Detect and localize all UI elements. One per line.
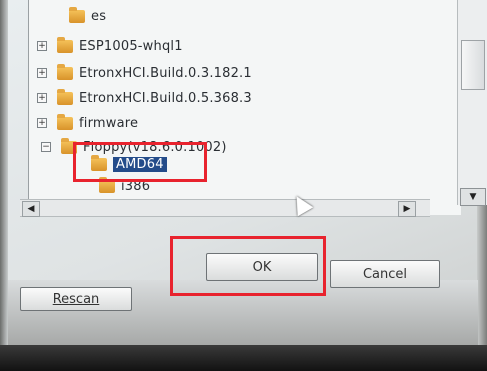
vertical-scrollbar[interactable]: ▼: [457, 0, 487, 206]
tree-row-esp1005[interactable]: + ESP1005-whql1: [37, 36, 183, 56]
horizontal-scrollbar[interactable]: ◀ ▶: [20, 199, 430, 217]
tree-row-label: EtronxHCI.Build.0.3.182.1: [79, 65, 252, 81]
folder-icon: [57, 88, 73, 105]
folder-icon: [57, 36, 73, 53]
folder-tree-panel: es + ESP1005-whql1 + EtronxHCI.Build.0.3…: [28, 0, 487, 215]
tree-row-label: EtronxHCI.Build.0.5.368.3: [79, 90, 252, 106]
tree-row-etronx-0-3[interactable]: + EtronxHCI.Build.0.3.182.1: [37, 63, 252, 83]
screen-bezel-bottom: [0, 345, 487, 371]
expand-icon[interactable]: +: [37, 118, 47, 128]
expand-icon[interactable]: +: [37, 93, 47, 103]
amd64-highlight-box: [73, 142, 207, 182]
tree-row-firmware[interactable]: + firmware: [37, 113, 138, 133]
expand-icon[interactable]: +: [37, 41, 47, 51]
expand-icon[interactable]: +: [37, 68, 47, 78]
scroll-right-arrow-icon[interactable]: ▶: [398, 201, 416, 217]
scrollbar-thumb[interactable]: [461, 40, 485, 90]
cancel-button[interactable]: Cancel: [330, 260, 440, 288]
folder-icon: [57, 113, 73, 130]
tree-row-label: ESP1005-whql1: [79, 38, 183, 54]
rescan-button[interactable]: Rescan: [20, 287, 132, 311]
ok-highlight-box: [170, 236, 326, 296]
tree-row-etronx-0-5[interactable]: + EtronxHCI.Build.0.5.368.3: [37, 88, 252, 108]
screen-bezel-left: [0, 0, 8, 371]
folder-icon: [57, 63, 73, 80]
tree-row-es[interactable]: es: [69, 6, 106, 26]
collapse-icon[interactable]: −: [41, 142, 51, 152]
scroll-left-arrow-icon[interactable]: ◀: [22, 201, 40, 217]
scroll-down-arrow-icon[interactable]: ▼: [460, 188, 486, 206]
tree-row-label: firmware: [79, 115, 139, 131]
tree-row-label: es: [91, 8, 107, 24]
folder-icon: [69, 6, 85, 23]
